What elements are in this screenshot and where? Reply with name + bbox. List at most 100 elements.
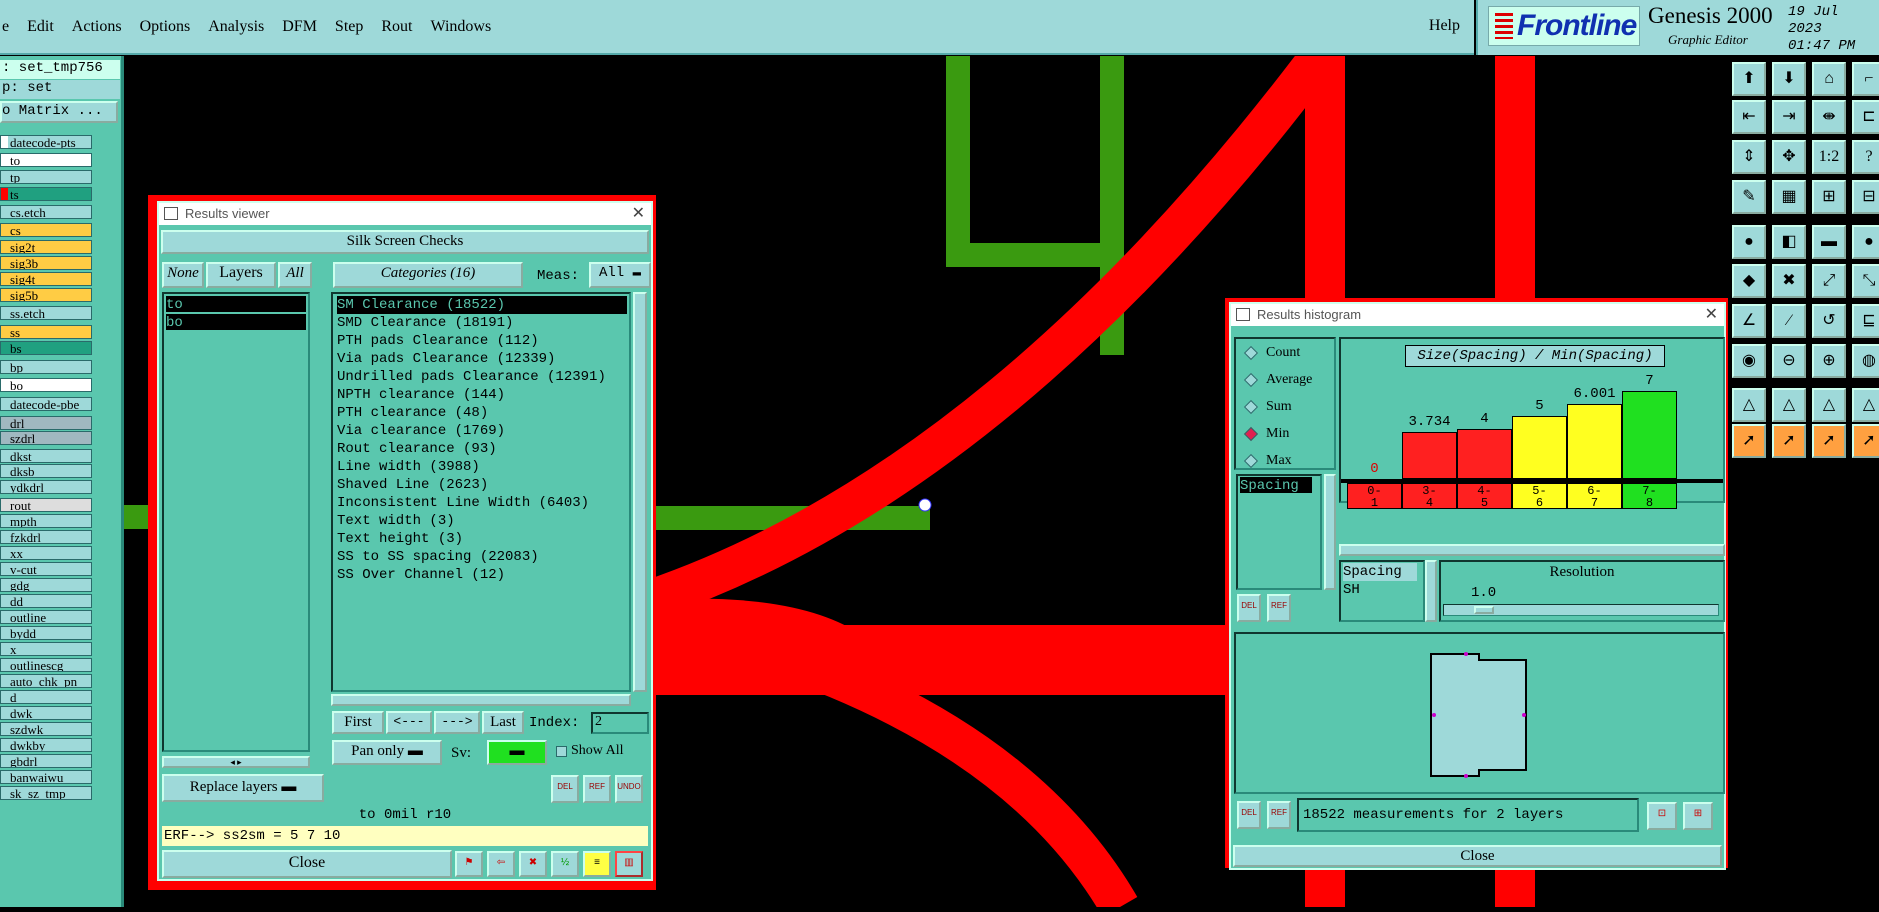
- flag-icon[interactable]: ⚑: [455, 851, 483, 877]
- layer-color-swatch[interactable]: [1, 154, 8, 166]
- layer-item[interactable]: xx: [0, 546, 92, 560]
- layer-item[interactable]: gbdrl: [0, 754, 92, 768]
- layer-color-swatch[interactable]: [1, 643, 8, 655]
- mode-radio-min[interactable]: Min: [1243, 426, 1289, 442]
- frame-icon[interactable]: ⊏: [1852, 100, 1879, 134]
- layer-color-swatch[interactable]: [1, 289, 8, 301]
- numbers-icon[interactable]: ½: [551, 851, 579, 877]
- resolution-slider[interactable]: [1443, 604, 1719, 616]
- category-item[interactable]: NPTH clearance (144): [337, 386, 505, 404]
- histogram-bar[interactable]: [1457, 429, 1512, 479]
- ref-icon[interactable]: REF: [1267, 801, 1291, 829]
- histogram-bar[interactable]: [1512, 416, 1567, 479]
- filter-list[interactable]: Spacing SH: [1339, 560, 1425, 622]
- layer-item[interactable]: datecode-pbe: [0, 397, 92, 411]
- layer-item[interactable]: bs: [0, 341, 92, 355]
- pointer-icon[interactable]: ➚: [1772, 424, 1806, 458]
- layer-item[interactable]: dwk: [0, 706, 92, 720]
- mode-radio-count[interactable]: Count: [1243, 345, 1300, 361]
- categories-hscrollbar[interactable]: [331, 694, 631, 706]
- arrow-icon[interactable]: ⇦: [487, 851, 515, 877]
- layer-color-swatch[interactable]: [1, 659, 8, 671]
- delete-icon[interactable]: ✖: [1772, 264, 1806, 298]
- line-icon[interactable]: ∕: [1772, 304, 1806, 338]
- layer-color-swatch[interactable]: [1, 257, 8, 269]
- pointer-icon[interactable]: ➚: [1732, 424, 1766, 458]
- category-item[interactable]: SMD Clearance (18191): [337, 314, 513, 332]
- histogram-list-scrollbar[interactable]: [1324, 474, 1336, 590]
- category-cell[interactable]: 5- 6: [1512, 483, 1567, 509]
- layer-color-swatch[interactable]: [1, 531, 8, 543]
- result-layer-item[interactable]: bo: [166, 314, 306, 331]
- pan-left-icon[interactable]: ⇤: [1732, 100, 1766, 134]
- target-icon[interactable]: ◉: [1732, 344, 1766, 378]
- check-set-header[interactable]: Silk Screen Checks: [161, 230, 649, 254]
- category-cell[interactable]: 3- 4: [1402, 483, 1457, 509]
- scale-icon[interactable]: ⇼: [1812, 100, 1846, 134]
- category-item[interactable]: Line width (3988): [337, 458, 480, 476]
- histogram-close-button[interactable]: Close: [1233, 845, 1722, 867]
- menu-help[interactable]: Help: [1429, 17, 1460, 35]
- layer-item[interactable]: dd: [0, 594, 92, 608]
- menu-edit[interactable]: Edit: [27, 18, 54, 36]
- category-item[interactable]: Text width (3): [337, 512, 455, 530]
- result-layer-item[interactable]: to: [166, 296, 306, 313]
- filter-item[interactable]: SH: [1343, 581, 1360, 599]
- menu-actions[interactable]: Actions: [72, 18, 122, 36]
- mode-radio-sum[interactable]: Sum: [1243, 399, 1292, 415]
- layer-color-swatch[interactable]: [1, 342, 8, 354]
- categories-button[interactable]: Categories (16): [333, 262, 523, 288]
- layer-color-swatch[interactable]: [1, 307, 8, 319]
- resize-icon[interactable]: ⤢: [1812, 264, 1846, 298]
- layer-color-swatch[interactable]: [1, 755, 8, 767]
- layer-color-swatch[interactable]: [1, 206, 8, 218]
- filter-scrollbar[interactable]: [1425, 560, 1437, 622]
- category-item[interactable]: Inconsistent Line Width (6403): [337, 494, 589, 512]
- results-viewer-titlebar[interactable]: Results viewer ✕: [159, 203, 651, 225]
- layer-item[interactable]: mpth: [0, 514, 92, 528]
- layers-icon[interactable]: ⊟: [1852, 180, 1879, 214]
- slider-thumb[interactable]: [1474, 606, 1494, 614]
- help-icon[interactable]: ?: [1852, 140, 1879, 174]
- category-item[interactable]: Rout clearance (93): [337, 440, 497, 458]
- triangle-icon[interactable]: △: [1772, 388, 1806, 422]
- layer-item[interactable]: bydd: [0, 626, 92, 640]
- plus-icon[interactable]: ⊕: [1812, 344, 1846, 378]
- layer-hscrollbar[interactable]: ◂ ▸: [162, 756, 310, 768]
- ruler-icon[interactable]: ▬: [1812, 225, 1846, 259]
- layer-color-swatch[interactable]: [1, 723, 8, 735]
- category-cell[interactable]: 6- 7: [1567, 483, 1622, 509]
- layer-item[interactable]: sig2t: [0, 240, 92, 254]
- category-item[interactable]: SS Over Channel (12): [337, 566, 505, 584]
- cross-icon[interactable]: ✖: [519, 851, 547, 877]
- layer-item[interactable]: dkst: [0, 449, 92, 463]
- layer-item[interactable]: bo: [0, 378, 92, 392]
- stretch-icon[interactable]: ⤡: [1852, 264, 1879, 298]
- layer-color-swatch[interactable]: [1, 136, 8, 148]
- layer-item[interactable]: to: [0, 153, 92, 167]
- layer-color-swatch[interactable]: [1, 379, 8, 391]
- edit-icon[interactable]: ✎: [1732, 180, 1766, 214]
- layer-item[interactable]: ss: [0, 325, 92, 339]
- category-cell[interactable]: 7- 8: [1622, 483, 1677, 509]
- categories-vscrollbar[interactable]: [633, 292, 647, 692]
- shape-icon[interactable]: ◧: [1772, 225, 1806, 259]
- layer-item[interactable]: cs: [0, 223, 92, 237]
- menu-windows[interactable]: Windows: [431, 18, 492, 36]
- meas-select[interactable]: All ▬: [589, 262, 651, 288]
- del-icon[interactable]: DEL: [1237, 594, 1261, 622]
- menu-file[interactable]: e: [2, 18, 9, 36]
- layer-item[interactable]: ss.etch: [0, 306, 92, 320]
- layer-color-swatch[interactable]: [1, 417, 8, 429]
- triangle-icon[interactable]: △: [1852, 388, 1879, 422]
- layer-color-swatch[interactable]: [1, 771, 8, 783]
- layer-item[interactable]: cs.etch: [0, 205, 92, 219]
- layer-item[interactable]: sig5b: [0, 288, 92, 302]
- category-item[interactable]: SS to SS spacing (22083): [337, 548, 539, 566]
- layer-item[interactable]: outlinescg: [0, 658, 92, 672]
- layer-color-swatch[interactable]: [1, 547, 8, 559]
- all-button[interactable]: All: [278, 262, 312, 288]
- category-cell[interactable]: 4- 5: [1457, 483, 1512, 509]
- rotate-icon[interactable]: ↺: [1812, 304, 1846, 338]
- category-item[interactable]: Via clearance (1769): [337, 422, 505, 440]
